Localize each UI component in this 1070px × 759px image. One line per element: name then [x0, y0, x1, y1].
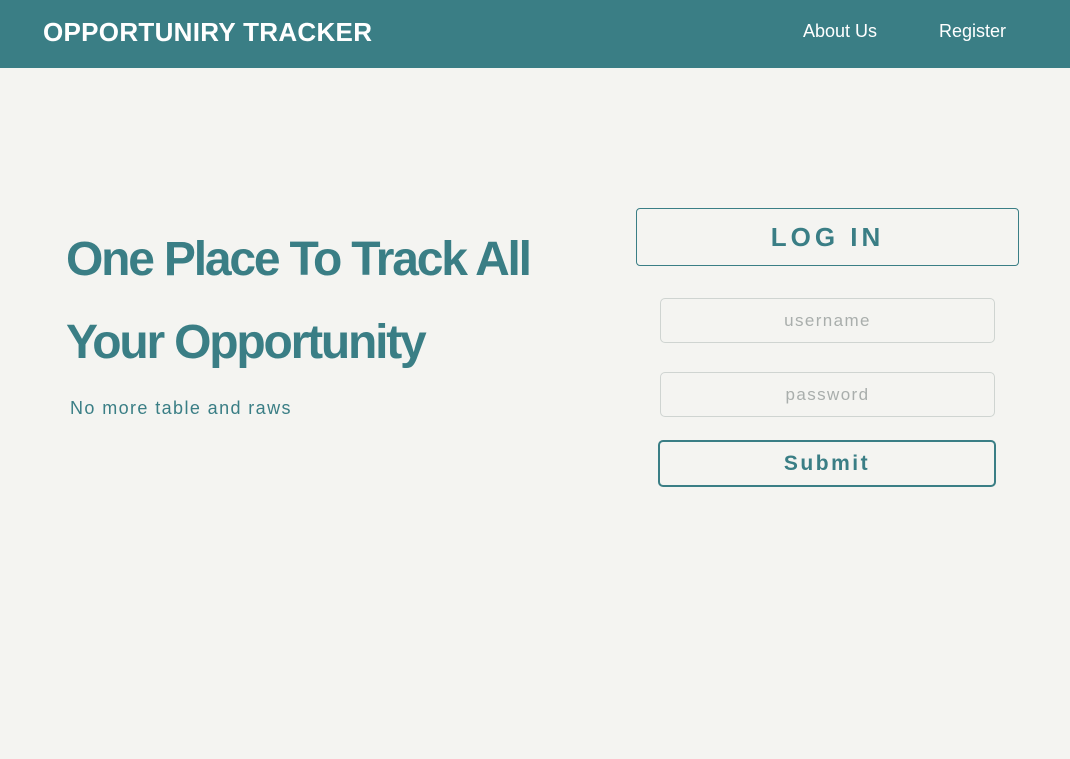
brand-logo-text[interactable]: OPPORTUNIRY TRACKER	[43, 17, 372, 48]
hero-headline-line-2: Your Opportunity	[66, 316, 427, 369]
password-input[interactable]	[660, 372, 995, 417]
hero-tagline: No more table and raws	[70, 398, 292, 418]
login-title: LOG IN	[636, 208, 1019, 266]
nav-link-about-us[interactable]: About Us	[803, 21, 877, 42]
hero-headline-line-1: One Place To Track All	[66, 233, 532, 286]
top-navbar: OPPORTUNIRY TRACKER About Us Register	[0, 0, 1070, 68]
username-input[interactable]	[660, 298, 995, 343]
nav-link-register[interactable]: Register	[939, 21, 1006, 42]
submit-button[interactable]: Submit	[658, 440, 996, 487]
